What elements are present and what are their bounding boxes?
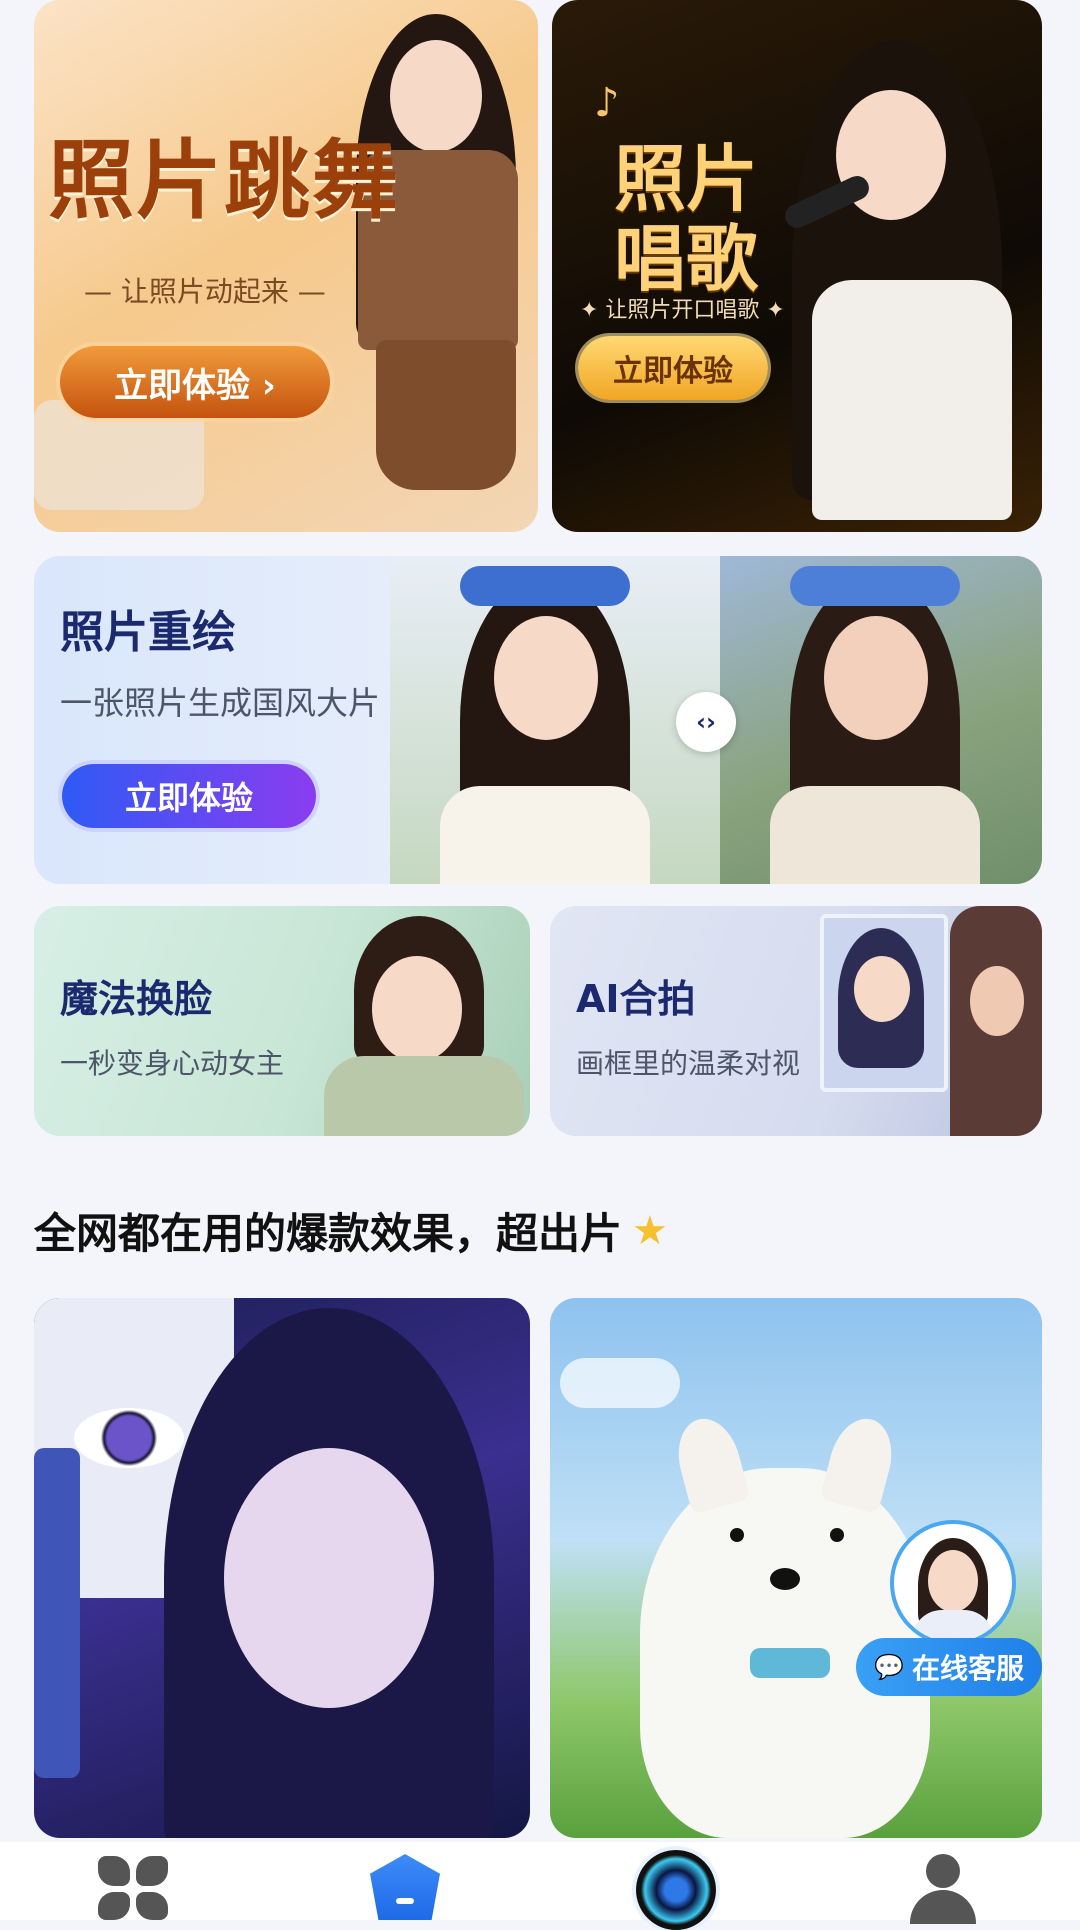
group-photo-image	[820, 906, 1042, 1136]
photo-dance-try-button[interactable]: 立即体验 ›	[60, 346, 330, 418]
star-icon: ★	[632, 1207, 668, 1254]
section-title: 全网都在用的爆款效果，超出片 ★	[34, 1200, 668, 1261]
shield-icon[interactable]	[370, 1854, 440, 1920]
bottom-nav	[0, 1842, 1080, 1930]
support-avatar[interactable]	[890, 1520, 1016, 1646]
ai-group-photo-subtitle: 画框里的温柔对视	[576, 1047, 801, 1080]
face-swap-image	[314, 906, 530, 1136]
effect-card-dog[interactable]: 💬 在线客服	[550, 1298, 1042, 1838]
wechat-icon: 💬	[874, 1653, 904, 1681]
apps-icon[interactable]	[98, 1856, 170, 1920]
dancer-image	[334, 0, 538, 532]
photo-dance-title: 照片跳舞	[48, 130, 400, 231]
photo-sing-card[interactable]: ♪ 照片 唱歌 ✦ 让照片开口唱歌 ✦ 立即体验	[552, 0, 1042, 532]
photo-sing-title-line2: 唱歌	[614, 216, 759, 301]
photo-dance-card[interactable]: 照片跳舞 — 让照片动起来 — 立即体验 ›	[34, 0, 538, 532]
ai-group-photo-card[interactable]: AI合拍 画框里的温柔对视	[550, 906, 1042, 1136]
redraw-after-image	[720, 556, 1042, 884]
photo-redraw-title: 照片重绘	[60, 607, 236, 658]
person-icon[interactable]	[910, 1854, 976, 1924]
magic-face-swap-card[interactable]: 魔法换脸 一秒变身心动女主	[34, 906, 530, 1136]
anime-eye-icon	[74, 1408, 184, 1468]
photo-redraw-try-button[interactable]: 立即体验	[62, 764, 316, 828]
redraw-before-image	[390, 556, 720, 884]
photo-redraw-subtitle: 一张照片生成国风大片	[60, 684, 381, 722]
ai-group-photo-title: AI合拍	[576, 977, 696, 1021]
effect-card-anime-girl[interactable]	[34, 1298, 530, 1838]
photo-redraw-card[interactable]: ‹› 照片重绘 一张照片生成国风大片 立即体验	[34, 556, 1042, 884]
phone-prop	[34, 1448, 80, 1778]
magic-face-swap-subtitle: 一秒变身心动女主	[60, 1047, 285, 1080]
customer-service-label: 在线客服	[911, 1652, 1024, 1685]
photo-sing-subtitle: ✦ 让照片开口唱歌 ✦	[580, 298, 785, 323]
camera-lens-icon[interactable]	[636, 1850, 716, 1930]
section-title-text: 全网都在用的爆款效果，超出片	[34, 1209, 623, 1258]
customer-service-button[interactable]: 💬 在线客服	[856, 1638, 1042, 1696]
singer-image	[752, 20, 1042, 532]
compare-slider-handle[interactable]: ‹›	[676, 692, 736, 752]
magic-face-swap-title: 魔法换脸	[60, 977, 213, 1021]
photo-sing-try-button[interactable]: 立即体验	[578, 336, 768, 400]
photo-dance-subtitle: — 让照片动起来 —	[84, 275, 326, 308]
